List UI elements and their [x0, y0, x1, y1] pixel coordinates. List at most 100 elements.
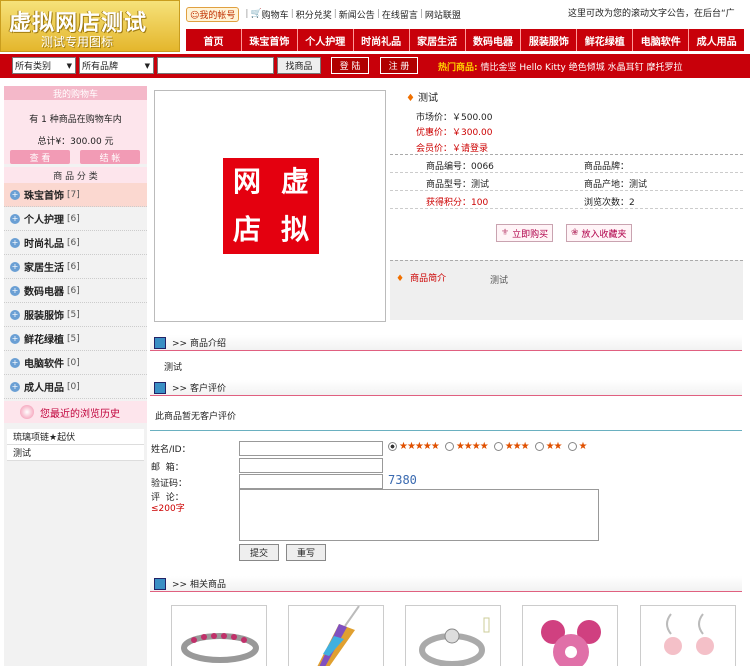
hot-item[interactable]: 摩托罗拉 — [647, 63, 683, 73]
radio-icon — [534, 442, 544, 451]
rating-2[interactable]: ★★ — [534, 441, 563, 452]
plus-icon: + — [10, 357, 20, 368]
product-attributes: 商品编号：0066 商品品牌： 商品型号：测试 商品产地：测试 获得积分：100 浏览… — [390, 154, 743, 209]
mickey-pendant-image — [541, 620, 601, 666]
diamond-icon: ♦ — [396, 274, 405, 284]
nav-gifts[interactable]: 时尚礼品 — [354, 29, 410, 51]
sidebar-item-home-living[interactable]: + 家居生活 [6] — [4, 255, 147, 279]
sidebar-item-adult[interactable]: + 成人用品 [0] — [4, 375, 147, 399]
related-product[interactable] — [405, 605, 501, 666]
rating-3[interactable]: ★★★ — [493, 441, 530, 452]
sidebar-item-flowers[interactable]: + 鲜花绿植 [5] — [4, 327, 147, 351]
intro-text: 测试 — [164, 363, 183, 373]
register-button[interactable]: 注 册 — [380, 57, 418, 74]
plus-icon: + — [10, 261, 20, 272]
checkout-button[interactable]: 结 帐 — [80, 150, 140, 164]
comment-textarea[interactable] — [239, 489, 599, 541]
silver-ring-image — [419, 617, 490, 666]
sale-price: 优惠价：￥300.00 — [416, 128, 493, 138]
plus-icon: + — [10, 189, 20, 200]
add-favorite-button[interactable]: ❀ 放入收藏夹 — [566, 224, 632, 242]
hot-item[interactable]: Hello Kitty — [519, 63, 565, 73]
sidebar-item-digital[interactable]: + 数码电器 [6] — [4, 279, 147, 303]
product-title: ♦ 测试 — [406, 93, 438, 104]
captcha-label: 验证码： — [151, 479, 188, 489]
top-link-affiliate[interactable]: 网站联盟 — [425, 8, 461, 21]
nav-digital[interactable]: 数码电器 — [466, 29, 522, 51]
account-link[interactable]: ☺我的帐号 — [186, 6, 240, 22]
nav-software[interactable]: 电脑软件 — [633, 29, 690, 51]
search-button[interactable]: 找商品 — [277, 57, 321, 74]
chevron-down-icon: ▼ — [66, 61, 72, 70]
brief-value: 测试 — [490, 276, 509, 286]
buy-now-button[interactable]: ⚜ 立即购买 — [496, 224, 554, 242]
reset-button[interactable]: 重写 — [286, 544, 326, 561]
comment-limit: ≤200字 — [151, 504, 185, 514]
search-bar: 所有类别 ▼ 所有品牌 ▼ 找商品 登 陆 注 册 热门商品: 情比金坚 Hello… — [0, 54, 750, 78]
related-product[interactable] — [171, 605, 267, 666]
hot-item[interactable]: 情比金坚 — [480, 63, 516, 73]
nav-home[interactable]: 首页 — [186, 29, 242, 51]
history-item[interactable]: 琉璃项链★起伏 — [7, 429, 144, 445]
submit-button[interactable]: 提交 — [239, 544, 279, 561]
product-image: 网 虚 店 拟 — [223, 158, 319, 254]
earring-image — [664, 613, 714, 655]
site-logo[interactable]: 虚拟网店测试 测试专用图标 — [0, 0, 180, 52]
top-links: ☺我的帐号 | 🛒 购物车 | 积分兑奖 | 新闻公告 | 在线留言 | 网站联… — [186, 6, 461, 22]
rating-1[interactable]: ★ — [567, 441, 587, 452]
arrow-box-icon — [154, 336, 166, 349]
name-input[interactable] — [239, 441, 383, 456]
category-select[interactable]: 所有类别 ▼ — [12, 57, 76, 74]
login-button[interactable]: 登 陆 — [331, 57, 369, 74]
flower-icon: ⚜ — [501, 228, 510, 238]
captcha-image[interactable]: 7380 — [388, 473, 417, 487]
brand-select[interactable]: 所有品牌 ▼ — [79, 57, 154, 74]
rating-5[interactable]: ★★★★★ — [388, 441, 440, 452]
nav-flowers[interactable]: 鲜花绿植 — [577, 29, 634, 51]
top-link-message[interactable]: 在线留言 — [382, 8, 418, 21]
nav-apparel[interactable]: 服装服饰 — [521, 29, 578, 51]
email-label: 邮 箱： — [151, 463, 184, 473]
related-product[interactable] — [522, 605, 618, 666]
sidebar-item-personal-care[interactable]: + 个人护理 [6] — [4, 207, 147, 231]
nav-personal-care[interactable]: 个人护理 — [298, 29, 354, 51]
product-info: ♦ 测试 市场价：￥500.00 优惠价：￥300.00 会员价：￥请登录 商品编… — [390, 85, 743, 323]
radio-icon — [567, 442, 577, 451]
market-price: 市场价：￥500.00 — [416, 113, 493, 123]
rating-4[interactable]: ★★★★ — [444, 441, 489, 452]
section-related: >> 相关商品 — [150, 576, 742, 592]
category-title: 商 品 分 类 — [4, 167, 147, 183]
nav-jewelry[interactable]: 珠宝首饰 — [242, 29, 298, 51]
product-brief: ♦ 商品简介 测试 — [390, 260, 743, 320]
hot-item[interactable]: 绝色倾城 — [569, 63, 605, 73]
search-input[interactable] — [157, 57, 274, 74]
hot-item[interactable]: 水晶耳钉 — [608, 63, 644, 73]
related-product[interactable] — [288, 605, 384, 666]
section-intro: >> 商品介绍 — [150, 335, 742, 351]
captcha-input[interactable] — [239, 474, 383, 489]
rating-group: ★★★★★ ★★★★ ★★★ ★★ ★ — [388, 441, 587, 452]
hot-label: 热门商品: — [438, 63, 478, 73]
nav-home-living[interactable]: 家居生活 — [410, 29, 466, 51]
sidebar-item-apparel[interactable]: + 服装服饰 [5] — [4, 303, 147, 327]
circle-icon — [20, 405, 34, 419]
cart-icon: 🛒 — [250, 9, 262, 19]
history-title: 您最近的浏览历史 — [4, 401, 147, 423]
top-link-points[interactable]: 积分兑奖 — [296, 8, 332, 21]
top-link-news[interactable]: 新闻公告 — [339, 8, 375, 21]
arrow-box-icon — [154, 381, 166, 394]
heart-icon: ❀ — [571, 228, 579, 238]
top-link-cart[interactable]: 购物车 — [262, 8, 289, 21]
cart-count: 有 1 种商品在购物车内 — [29, 115, 122, 125]
history-item[interactable]: 测试 — [7, 445, 144, 461]
sidebar-item-software[interactable]: + 电脑软件 [0] — [4, 351, 147, 375]
divider — [150, 430, 742, 431]
sidebar: 我的购物车 有 1 种商品在购物车内 总计¥：300.00 元 查 看 结 帐 … — [4, 86, 147, 666]
hot-products: 热门商品: 情比金坚 Hello Kitty 绝色倾城 水晶耳钉 摩托罗拉 — [438, 60, 683, 73]
nav-adult[interactable]: 成人用品 — [689, 29, 744, 51]
sidebar-item-gifts[interactable]: + 时尚礼品 [6] — [4, 231, 147, 255]
view-cart-button[interactable]: 查 看 — [10, 150, 70, 164]
sidebar-item-jewelry[interactable]: + 珠宝首饰 [7] — [4, 183, 147, 207]
related-product[interactable] — [640, 605, 736, 666]
email-input[interactable] — [239, 458, 383, 473]
